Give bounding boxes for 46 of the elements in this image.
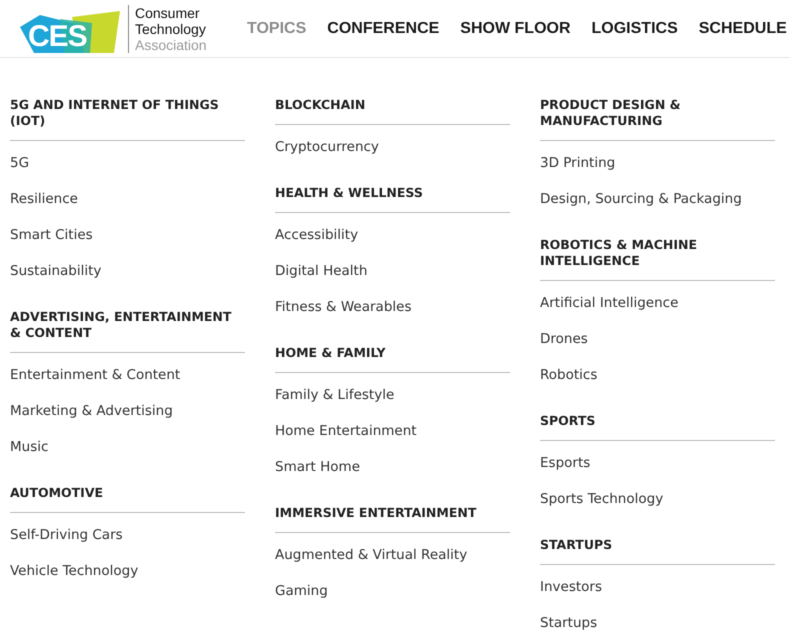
organization-name-line: Consumer — [135, 4, 201, 20]
topic-link[interactable]: Investors — [540, 569, 775, 605]
nav-tab[interactable]: SCHEDULE — [698, 16, 787, 40]
topic-link[interactable]: Smart Home — [275, 449, 510, 485]
topic-link[interactable]: Sustainability — [10, 253, 245, 289]
topic-link[interactable]: Gaming — [275, 573, 510, 609]
category-heading: SPORTS — [540, 413, 775, 441]
category-heading: AUTOMOTIVE — [10, 485, 245, 513]
category-heading: HEALTH & WELLNESS — [275, 185, 510, 213]
category-heading: IMMERSIVE ENTERTAINMENT — [275, 505, 510, 533]
nav-tab[interactable]: SHOW FLOOR — [460, 16, 571, 40]
topic-link[interactable]: Home Entertainment — [275, 413, 510, 449]
topic-link[interactable]: Design, Sourcing & Packaging — [540, 181, 775, 217]
topic-link[interactable]: Artificial Intelligence — [540, 285, 775, 321]
topic-link[interactable]: Startups — [540, 605, 775, 640]
topic-link[interactable]: Music — [10, 429, 245, 465]
topic-link[interactable]: Marketing & Advertising — [10, 393, 245, 429]
topic-link[interactable]: Vehicle Technology — [10, 553, 245, 589]
topic-link[interactable]: Resilience — [10, 181, 245, 217]
topic-link[interactable]: Esports — [540, 445, 775, 481]
topic-link[interactable]: Entertainment & Content — [10, 357, 245, 393]
topic-link[interactable]: Sports Technology — [540, 481, 775, 517]
topic-link[interactable]: Digital Health — [275, 253, 510, 289]
topic-link[interactable]: Accessibility — [275, 217, 510, 253]
category-heading: ROBOTICS & MACHINE INTELLIGENCE — [540, 237, 775, 281]
topic-link[interactable]: Drones — [540, 321, 775, 357]
organization-name-line: Association — [135, 36, 207, 52]
nav-tab[interactable]: CONFERENCE — [327, 16, 440, 40]
category-heading: HOME & FAMILY — [275, 345, 510, 373]
topic-link[interactable]: 5G — [10, 145, 245, 181]
topic-link[interactable]: Cryptocurrency — [275, 129, 510, 165]
topic-link[interactable]: Family & Lifestyle — [275, 377, 510, 413]
topic-link[interactable]: Augmented & Virtual Reality — [275, 537, 510, 573]
logo-text: CES — [28, 20, 87, 52]
category-heading: PRODUCT DESIGN & MANUFACTURING — [540, 97, 775, 141]
category-heading: 5G AND INTERNET OF THINGS (IOT) — [10, 97, 245, 141]
category-heading: ADVERTISING, ENTERTAINMENT & CONTENT — [10, 309, 245, 353]
topic-link[interactable]: Smart Cities — [10, 217, 245, 253]
category-heading: STARTUPS — [540, 537, 775, 565]
category-heading: BLOCKCHAIN — [275, 97, 510, 125]
organization-name-line: Technology — [135, 20, 207, 36]
topic-link[interactable]: Self-Driving Cars — [10, 517, 245, 553]
nav-tab[interactable]: LOGISTICS — [592, 16, 678, 40]
topic-link[interactable]: Robotics — [540, 357, 775, 393]
topic-link[interactable]: Fitness & Wearables — [275, 289, 510, 325]
topic-link[interactable]: 3D Printing — [540, 145, 775, 181]
